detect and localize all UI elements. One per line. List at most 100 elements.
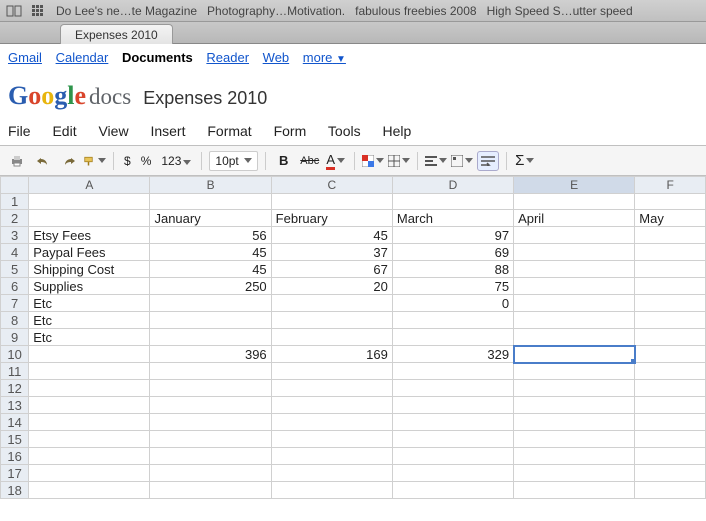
menu-insert[interactable]: Insert (150, 123, 185, 139)
row-header[interactable]: 6 (1, 278, 29, 295)
cell[interactable] (271, 448, 392, 465)
cell[interactable]: 56 (150, 227, 271, 244)
col-header-C[interactable]: C (271, 177, 392, 194)
cell[interactable]: April (514, 210, 635, 227)
print-icon[interactable] (6, 151, 28, 171)
cell[interactable]: 45 (150, 244, 271, 261)
col-header-E[interactable]: E (514, 177, 635, 194)
row-header[interactable]: 1 (1, 194, 29, 210)
link-calendar[interactable]: Calendar (56, 50, 109, 65)
format-percent[interactable]: % (138, 154, 155, 168)
cell[interactable] (514, 431, 635, 448)
cell[interactable] (635, 261, 706, 278)
link-more[interactable]: more ▼ (303, 50, 346, 65)
cell[interactable] (392, 312, 513, 329)
row-header[interactable]: 16 (1, 448, 29, 465)
borders-button[interactable] (388, 151, 410, 171)
row-header[interactable]: 5 (1, 261, 29, 278)
row-header[interactable]: 18 (1, 482, 29, 499)
cell[interactable] (635, 278, 706, 295)
cell[interactable]: January (150, 210, 271, 227)
cell[interactable]: 45 (271, 227, 392, 244)
menu-file[interactable]: File (8, 123, 31, 139)
cell[interactable] (150, 363, 271, 380)
align-button[interactable] (425, 151, 447, 171)
cell[interactable] (635, 363, 706, 380)
cell[interactable]: May (635, 210, 706, 227)
bookmark-item[interactable]: High Speed S…utter speed (487, 4, 633, 18)
cell[interactable] (150, 414, 271, 431)
cell[interactable] (29, 431, 150, 448)
cell[interactable]: February (271, 210, 392, 227)
cell[interactable] (635, 227, 706, 244)
strikethrough-button[interactable]: Abc (299, 151, 321, 171)
cell[interactable]: March (392, 210, 513, 227)
cell[interactable] (392, 414, 513, 431)
col-header-F[interactable]: F (635, 177, 706, 194)
functions-button[interactable]: Σ (514, 151, 536, 171)
cell[interactable] (150, 431, 271, 448)
spreadsheet[interactable]: A B C D E F 1 2 January February March A… (0, 176, 706, 499)
bookmark-item[interactable]: fabulous freebies 2008 (355, 4, 476, 18)
row-header[interactable]: 14 (1, 414, 29, 431)
cell[interactable] (29, 465, 150, 482)
cell[interactable] (635, 482, 706, 499)
link-gmail[interactable]: Gmail (8, 50, 42, 65)
cell[interactable]: Etc (29, 329, 150, 346)
cell[interactable] (392, 329, 513, 346)
paint-format-icon[interactable] (84, 151, 106, 171)
cell[interactable] (271, 414, 392, 431)
cell[interactable] (392, 380, 513, 397)
cell[interactable] (150, 380, 271, 397)
row-header[interactable]: 2 (1, 210, 29, 227)
link-reader[interactable]: Reader (206, 50, 249, 65)
cell[interactable]: 0 (392, 295, 513, 312)
cell[interactable] (271, 380, 392, 397)
menu-edit[interactable]: Edit (52, 123, 76, 139)
cell[interactable] (514, 244, 635, 261)
cell[interactable] (635, 397, 706, 414)
cell[interactable] (150, 465, 271, 482)
cell[interactable] (29, 482, 150, 499)
cell[interactable]: 67 (271, 261, 392, 278)
cell[interactable] (271, 363, 392, 380)
cell[interactable] (29, 363, 150, 380)
bookmark-item[interactable]: Photography…Motivation. (207, 4, 345, 18)
cell[interactable] (514, 380, 635, 397)
cell[interactable]: 37 (271, 244, 392, 261)
selected-cell[interactable] (514, 346, 635, 363)
cell[interactable]: 75 (392, 278, 513, 295)
cell[interactable]: Etc (29, 312, 150, 329)
cell[interactable] (271, 482, 392, 499)
cell[interactable] (635, 414, 706, 431)
cell[interactable]: 20 (271, 278, 392, 295)
cell[interactable] (150, 312, 271, 329)
document-title[interactable]: Expenses 2010 (143, 88, 267, 109)
redo-icon[interactable] (58, 151, 80, 171)
col-header-B[interactable]: B (150, 177, 271, 194)
cell[interactable] (635, 329, 706, 346)
cell[interactable] (514, 227, 635, 244)
cell[interactable] (271, 465, 392, 482)
text-color-button[interactable]: A (325, 151, 347, 171)
undo-icon[interactable] (32, 151, 54, 171)
row-header[interactable]: 8 (1, 312, 29, 329)
cell[interactable] (635, 295, 706, 312)
menu-view[interactable]: View (98, 123, 128, 139)
cell[interactable]: Paypal Fees (29, 244, 150, 261)
browser-tab[interactable]: Expenses 2010 (60, 24, 173, 44)
cell[interactable] (392, 465, 513, 482)
cell[interactable] (150, 482, 271, 499)
cell[interactable] (392, 431, 513, 448)
col-header-D[interactable]: D (392, 177, 513, 194)
cell[interactable] (29, 397, 150, 414)
cell[interactable]: 69 (392, 244, 513, 261)
row-header[interactable]: 17 (1, 465, 29, 482)
cell[interactable] (514, 278, 635, 295)
cell[interactable] (514, 397, 635, 414)
cell[interactable] (514, 414, 635, 431)
cell[interactable] (271, 329, 392, 346)
cell[interactable] (150, 397, 271, 414)
col-header-A[interactable]: A (29, 177, 150, 194)
cell[interactable] (271, 431, 392, 448)
